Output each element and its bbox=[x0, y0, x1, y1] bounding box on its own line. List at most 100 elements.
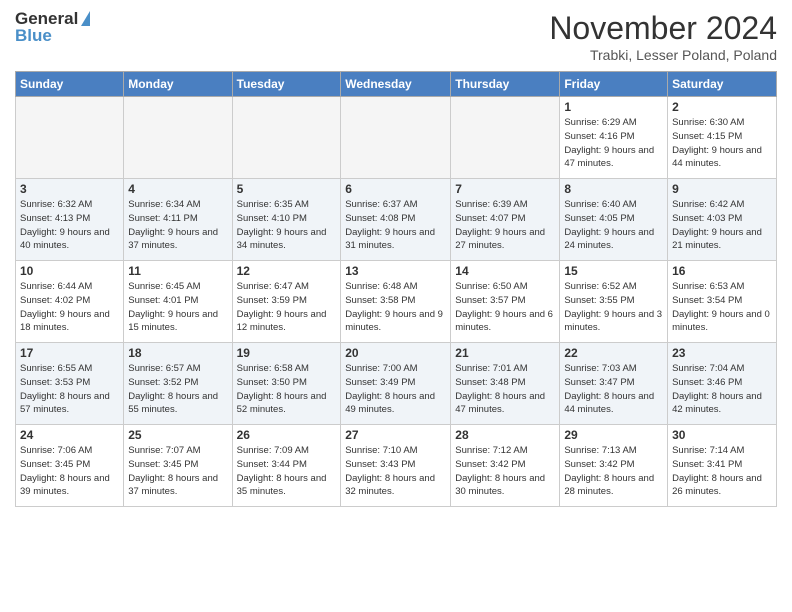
calendar-cell bbox=[341, 97, 451, 179]
calendar-week-4: 17 Sunrise: 6:55 AM Sunset: 3:53 PM Dayli… bbox=[16, 343, 777, 425]
day-info: Sunrise: 6:39 AM Sunset: 4:07 PM Dayligh… bbox=[455, 198, 555, 253]
calendar-cell: 4 Sunrise: 6:34 AM Sunset: 4:11 PM Daylig… bbox=[124, 179, 232, 261]
day-info: Sunrise: 7:12 AM Sunset: 3:42 PM Dayligh… bbox=[455, 444, 555, 499]
day-info: Sunrise: 7:06 AM Sunset: 3:45 PM Dayligh… bbox=[20, 444, 119, 499]
day-info: Sunrise: 7:07 AM Sunset: 3:45 PM Dayligh… bbox=[128, 444, 227, 499]
calendar-cell: 11 Sunrise: 6:45 AM Sunset: 4:01 PM Dayli… bbox=[124, 261, 232, 343]
day-number: 27 bbox=[345, 428, 446, 442]
day-info: Sunrise: 7:03 AM Sunset: 3:47 PM Dayligh… bbox=[564, 362, 663, 417]
day-info: Sunrise: 6:34 AM Sunset: 4:11 PM Dayligh… bbox=[128, 198, 227, 253]
header-sunday: Sunday bbox=[16, 72, 124, 97]
calendar-cell: 25 Sunrise: 7:07 AM Sunset: 3:45 PM Dayli… bbox=[124, 425, 232, 507]
calendar-cell: 26Sunrise: 7:09 AM Sunset: 3:44 PM Dayli… bbox=[232, 425, 341, 507]
day-info: Sunrise: 6:37 AM Sunset: 4:08 PM Dayligh… bbox=[345, 198, 446, 253]
logo-blue: Blue bbox=[15, 27, 90, 46]
day-info: Sunrise: 6:55 AM Sunset: 3:53 PM Dayligh… bbox=[20, 362, 119, 417]
calendar-cell: 21 Sunrise: 7:01 AM Sunset: 3:48 PM Dayli… bbox=[451, 343, 560, 425]
calendar-cell: 1Sunrise: 6:29 AM Sunset: 4:16 PM Daylig… bbox=[560, 97, 668, 179]
calendar-week-1: 1Sunrise: 6:29 AM Sunset: 4:16 PM Daylig… bbox=[16, 97, 777, 179]
calendar-cell: 8 Sunrise: 6:40 AM Sunset: 4:05 PM Daylig… bbox=[560, 179, 668, 261]
day-info: Sunrise: 6:35 AM Sunset: 4:10 PM Dayligh… bbox=[237, 198, 337, 253]
calendar: Sunday Monday Tuesday Wednesday Thursday… bbox=[15, 71, 777, 507]
calendar-cell: 20 Sunrise: 7:00 AM Sunset: 3:49 PM Dayli… bbox=[341, 343, 451, 425]
day-number: 20 bbox=[345, 346, 446, 360]
day-info: Sunrise: 6:42 AM Sunset: 4:03 PM Dayligh… bbox=[672, 198, 772, 253]
header-friday: Friday bbox=[560, 72, 668, 97]
logo: General Blue bbox=[15, 10, 90, 45]
calendar-cell: 14Sunrise: 6:50 AM Sunset: 3:57 PM Dayli… bbox=[451, 261, 560, 343]
day-number: 28 bbox=[455, 428, 555, 442]
calendar-cell: 17 Sunrise: 6:55 AM Sunset: 3:53 PM Dayli… bbox=[16, 343, 124, 425]
day-number: 3 bbox=[20, 182, 119, 196]
header-tuesday: Tuesday bbox=[232, 72, 341, 97]
day-info: Sunrise: 6:45 AM Sunset: 4:01 PM Dayligh… bbox=[128, 280, 227, 335]
day-info: Sunrise: 6:53 AM Sunset: 3:54 PM Dayligh… bbox=[672, 280, 772, 335]
page: General Blue November 2024 Trabki, Lesse… bbox=[0, 0, 792, 517]
day-number: 7 bbox=[455, 182, 555, 196]
day-info: Sunrise: 6:32 AM Sunset: 4:13 PM Dayligh… bbox=[20, 198, 119, 253]
calendar-cell: 28 Sunrise: 7:12 AM Sunset: 3:42 PM Dayli… bbox=[451, 425, 560, 507]
calendar-cell: 13Sunrise: 6:48 AM Sunset: 3:58 PM Dayli… bbox=[341, 261, 451, 343]
day-number: 29 bbox=[564, 428, 663, 442]
day-number: 24 bbox=[20, 428, 119, 442]
day-number: 11 bbox=[128, 264, 227, 278]
calendar-cell: 30 Sunrise: 7:14 AM Sunset: 3:41 PM Dayli… bbox=[668, 425, 777, 507]
calendar-cell: 27 Sunrise: 7:10 AM Sunset: 3:43 PM Dayli… bbox=[341, 425, 451, 507]
day-number: 23 bbox=[672, 346, 772, 360]
calendar-cell bbox=[451, 97, 560, 179]
day-number: 1 bbox=[564, 100, 663, 114]
day-number: 22 bbox=[564, 346, 663, 360]
day-number: 10 bbox=[20, 264, 119, 278]
calendar-cell: 7 Sunrise: 6:39 AM Sunset: 4:07 PM Daylig… bbox=[451, 179, 560, 261]
calendar-cell: 2Sunrise: 6:30 AM Sunset: 4:15 PM Daylig… bbox=[668, 97, 777, 179]
header-thursday: Thursday bbox=[451, 72, 560, 97]
header-monday: Monday bbox=[124, 72, 232, 97]
calendar-week-3: 10Sunrise: 6:44 AM Sunset: 4:02 PM Dayli… bbox=[16, 261, 777, 343]
calendar-week-2: 3 Sunrise: 6:32 AM Sunset: 4:13 PM Daylig… bbox=[16, 179, 777, 261]
day-info: Sunrise: 6:58 AM Sunset: 3:50 PM Dayligh… bbox=[237, 362, 337, 417]
day-number: 15 bbox=[564, 264, 663, 278]
calendar-cell bbox=[124, 97, 232, 179]
day-number: 18 bbox=[128, 346, 227, 360]
calendar-cell: 16 Sunrise: 6:53 AM Sunset: 3:54 PM Dayli… bbox=[668, 261, 777, 343]
logo-triangle-icon bbox=[81, 11, 90, 26]
day-number: 21 bbox=[455, 346, 555, 360]
calendar-cell: 3 Sunrise: 6:32 AM Sunset: 4:13 PM Daylig… bbox=[16, 179, 124, 261]
day-info: Sunrise: 7:00 AM Sunset: 3:49 PM Dayligh… bbox=[345, 362, 446, 417]
header-saturday: Saturday bbox=[668, 72, 777, 97]
day-number: 8 bbox=[564, 182, 663, 196]
calendar-cell: 18 Sunrise: 6:57 AM Sunset: 3:52 PM Dayli… bbox=[124, 343, 232, 425]
day-info: Sunrise: 6:57 AM Sunset: 3:52 PM Dayligh… bbox=[128, 362, 227, 417]
calendar-cell: 5 Sunrise: 6:35 AM Sunset: 4:10 PM Daylig… bbox=[232, 179, 341, 261]
day-number: 5 bbox=[237, 182, 337, 196]
day-info: Sunrise: 7:14 AM Sunset: 3:41 PM Dayligh… bbox=[672, 444, 772, 499]
day-number: 13 bbox=[345, 264, 446, 278]
day-number: 17 bbox=[20, 346, 119, 360]
day-info: Sunrise: 6:50 AM Sunset: 3:57 PM Dayligh… bbox=[455, 280, 555, 335]
day-info: Sunrise: 6:40 AM Sunset: 4:05 PM Dayligh… bbox=[564, 198, 663, 253]
calendar-cell: 6 Sunrise: 6:37 AM Sunset: 4:08 PM Daylig… bbox=[341, 179, 451, 261]
day-info: Sunrise: 7:04 AM Sunset: 3:46 PM Dayligh… bbox=[672, 362, 772, 417]
calendar-header-row: Sunday Monday Tuesday Wednesday Thursday… bbox=[16, 72, 777, 97]
day-number: 4 bbox=[128, 182, 227, 196]
day-info: Sunrise: 7:01 AM Sunset: 3:48 PM Dayligh… bbox=[455, 362, 555, 417]
title-section: November 2024 Trabki, Lesser Poland, Pol… bbox=[549, 10, 777, 63]
calendar-cell: 23 Sunrise: 7:04 AM Sunset: 3:46 PM Dayli… bbox=[668, 343, 777, 425]
day-number: 25 bbox=[128, 428, 227, 442]
day-info: Sunrise: 6:47 AM Sunset: 3:59 PM Dayligh… bbox=[237, 280, 337, 335]
calendar-week-5: 24 Sunrise: 7:06 AM Sunset: 3:45 PM Dayli… bbox=[16, 425, 777, 507]
page-title: November 2024 bbox=[549, 10, 777, 47]
day-number: 6 bbox=[345, 182, 446, 196]
calendar-cell: 22 Sunrise: 7:03 AM Sunset: 3:47 PM Dayli… bbox=[560, 343, 668, 425]
calendar-cell: 24 Sunrise: 7:06 AM Sunset: 3:45 PM Dayli… bbox=[16, 425, 124, 507]
calendar-cell bbox=[16, 97, 124, 179]
day-number: 30 bbox=[672, 428, 772, 442]
calendar-cell: 10Sunrise: 6:44 AM Sunset: 4:02 PM Dayli… bbox=[16, 261, 124, 343]
calendar-cell: 19Sunrise: 6:58 AM Sunset: 3:50 PM Dayli… bbox=[232, 343, 341, 425]
day-info: Sunrise: 7:10 AM Sunset: 3:43 PM Dayligh… bbox=[345, 444, 446, 499]
calendar-cell: 29 Sunrise: 7:13 AM Sunset: 3:42 PM Dayli… bbox=[560, 425, 668, 507]
page-subtitle: Trabki, Lesser Poland, Poland bbox=[549, 47, 777, 63]
day-number: 16 bbox=[672, 264, 772, 278]
calendar-cell: 12Sunrise: 6:47 AM Sunset: 3:59 PM Dayli… bbox=[232, 261, 341, 343]
day-info: Sunrise: 7:13 AM Sunset: 3:42 PM Dayligh… bbox=[564, 444, 663, 499]
